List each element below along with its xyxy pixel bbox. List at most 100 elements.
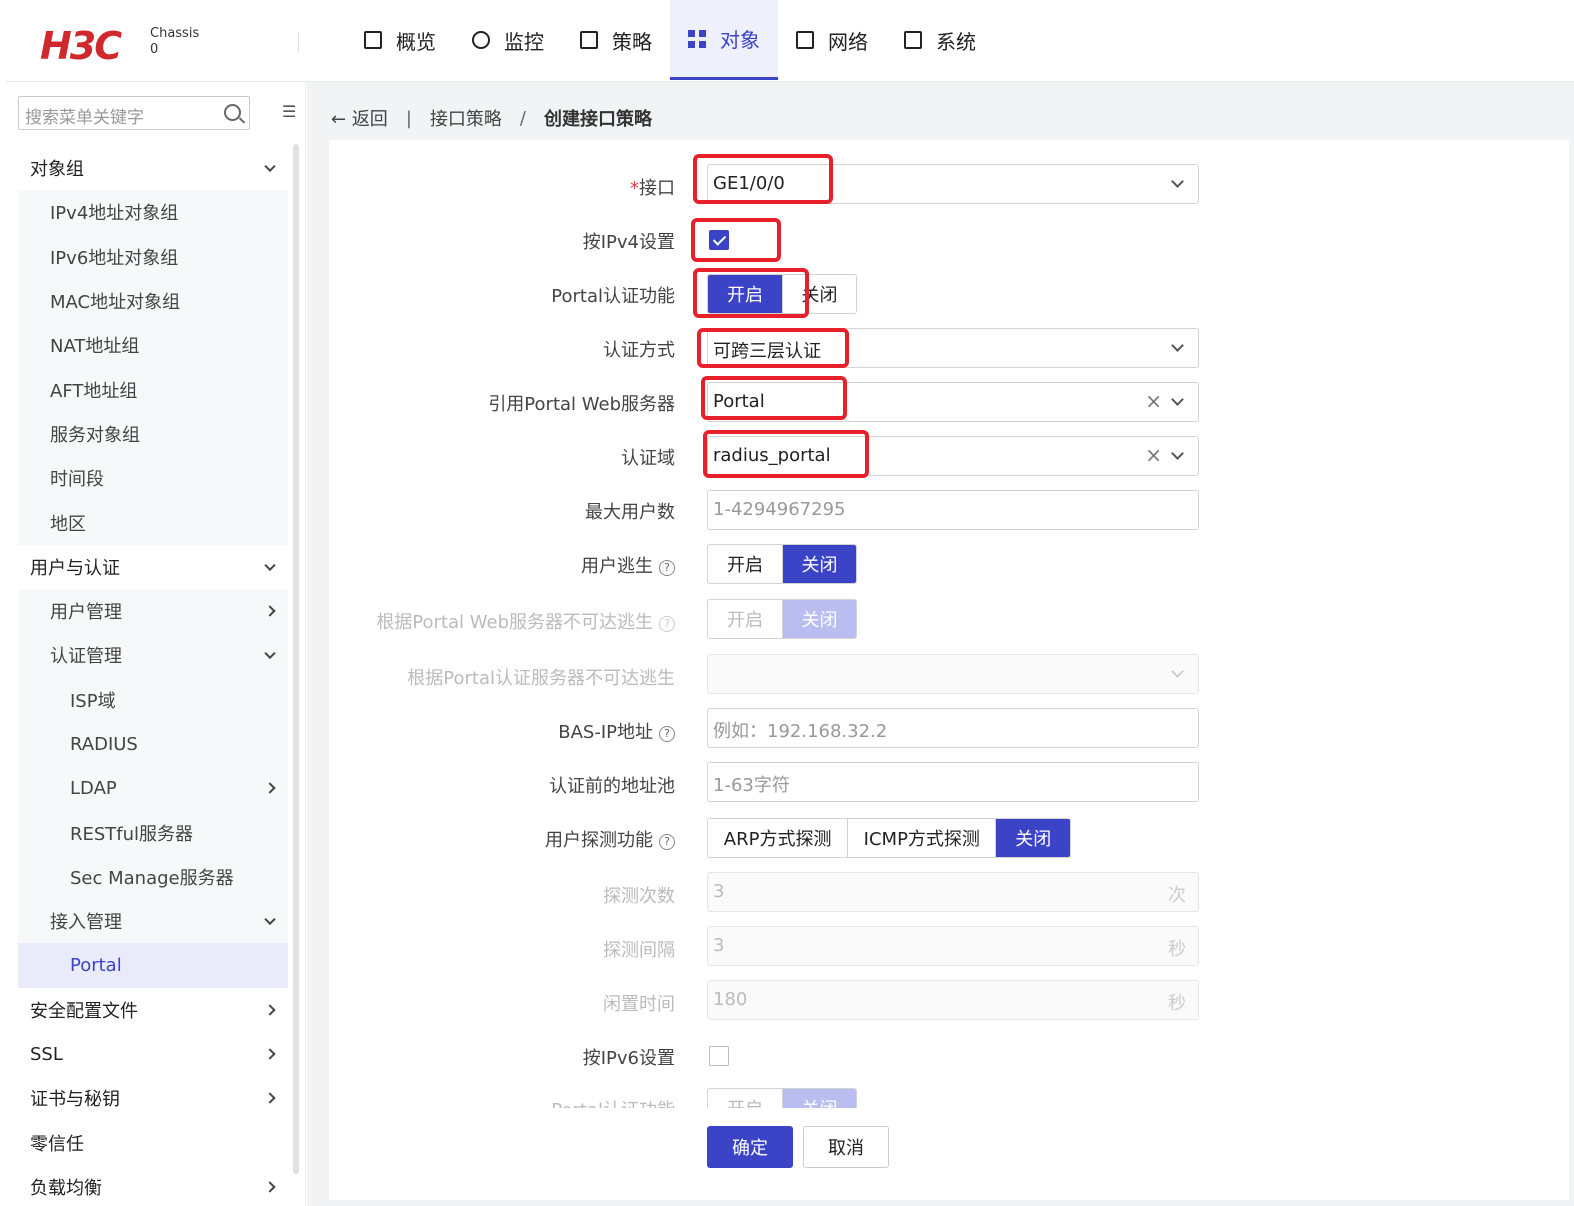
clear-icon[interactable]: × <box>1145 443 1162 467</box>
sidebar-item[interactable]: 认证管理 <box>18 633 288 678</box>
sidebar-item[interactable]: ISP域 <box>18 677 288 722</box>
sidebar-item-label: 零信任 <box>30 1133 84 1155</box>
sidebar-item-label: 用户管理 <box>50 602 122 624</box>
idle-input: 180 秒 <box>707 980 1199 1020</box>
sidebar-item[interactable]: RESTful服务器 <box>18 810 288 855</box>
pool-input[interactable]: 1-63字符 <box>707 762 1199 802</box>
chevron-down-icon <box>264 648 276 660</box>
max-users-label: 最大用户数 <box>585 502 675 523</box>
back-link[interactable]: ← 返回 <box>331 105 388 131</box>
escape-off-option[interactable]: 关闭 <box>782 545 856 583</box>
sidebar-item-label: 安全配置文件 <box>30 1000 138 1022</box>
sidebar-item-label: IPv6地址对象组 <box>50 247 179 269</box>
auth-escape-select <box>707 654 1199 694</box>
interface-select[interactable]: GE1/0/0 <box>707 164 1199 204</box>
sidebar-item[interactable]: MAC地址对象组 <box>18 278 288 324</box>
sidebar-item-label: Sec Manage服务器 <box>70 867 234 889</box>
sidebar-item[interactable]: 用户管理 <box>18 588 288 634</box>
clear-icon[interactable]: × <box>1145 389 1162 413</box>
sidebar-item[interactable]: AFT地址组 <box>18 367 288 412</box>
nav-object[interactable]: 对象 <box>670 0 778 80</box>
nav-network-label: 网络 <box>828 29 868 54</box>
cancel-button[interactable]: 取消 <box>803 1126 889 1168</box>
detect-interval-value: 3 <box>713 935 725 956</box>
sidebar-item[interactable]: 安全配置文件 <box>18 988 288 1032</box>
chevron-down-icon <box>1171 175 1184 188</box>
idle-label: 闲置时间 <box>603 994 675 1015</box>
sidebar-item-label: NAT地址组 <box>50 336 140 358</box>
sidebar: 搜索菜单关键字 ☰ 对象组 IPv4地址对象组 IPv6地址对象组 MAC地址对象组 N… <box>6 82 306 1206</box>
sidebar-item-label: MAC地址对象组 <box>50 292 181 314</box>
collapse-sidebar-icon[interactable]: ☰ <box>282 104 300 120</box>
breadcrumb-separator: / <box>519 107 526 129</box>
detect-arp-option[interactable]: ARP方式探测 <box>708 819 848 857</box>
chevron-right-icon <box>264 1181 276 1193</box>
menu-search-input[interactable]: 搜索菜单关键字 <box>18 96 250 130</box>
sidebar-item[interactable]: 地区 <box>18 500 288 545</box>
sidebar-item[interactable]: RADIUS <box>18 721 288 767</box>
escape-on-option[interactable]: 开启 <box>708 545 782 583</box>
search-icon[interactable] <box>224 104 241 121</box>
ok-button[interactable]: 确定 <box>707 1126 793 1168</box>
breadcrumb: ← 返回 | 接口策略 / 创建接口策略 <box>331 105 652 131</box>
nav-network[interactable]: 网络 <box>778 0 886 80</box>
portal-on-option[interactable]: 开启 <box>708 275 782 313</box>
monitor-icon <box>364 31 382 49</box>
sidebar-item[interactable]: SSL <box>18 1032 288 1076</box>
interface-label: *接口 <box>630 178 675 199</box>
ipv6-checkbox[interactable] <box>709 1046 729 1066</box>
sidebar-item[interactable]: 用户与认证 <box>18 545 288 589</box>
sidebar-item[interactable]: LDAP <box>18 766 288 811</box>
sidebar-item[interactable]: 时间段 <box>18 456 288 501</box>
nav-monitor[interactable]: 监控 <box>454 0 562 80</box>
portal-off-option[interactable]: 关闭 <box>782 275 856 313</box>
nav-overview[interactable]: 概览 <box>346 0 454 80</box>
nav-system-label: 系统 <box>936 29 976 54</box>
sidebar-item-label: 用户与认证 <box>30 557 120 579</box>
sidebar-item[interactable]: 服务对象组 <box>18 411 288 457</box>
auth-escape-label: 根据Portal认证服务器不可达逃生 <box>407 668 675 689</box>
sidebar-scrollbar[interactable] <box>293 144 299 1174</box>
chassis-indicator: Chassis 0 <box>150 26 199 58</box>
pool-label: 认证前的地址池 <box>549 776 675 797</box>
grid-icon <box>688 29 706 48</box>
ipv4-checkbox[interactable] <box>709 230 729 250</box>
sidebar-item[interactable]: Portal <box>18 943 288 988</box>
domain-select[interactable]: radius_portal × <box>707 436 1199 476</box>
chassis-value: 0 <box>150 42 159 57</box>
cutoff-row: Portal认证功能 开启 关闭 <box>329 1088 1569 1108</box>
sidebar-item[interactable]: IPv4地址对象组 <box>18 190 288 235</box>
escape-label: 用户逃生? <box>375 552 675 578</box>
sidebar-item[interactable]: 零信任 <box>18 1121 288 1165</box>
max-users-placeholder: 1-4294967295 <box>713 499 846 520</box>
bas-ip-label: BAS-IP地址? <box>375 718 675 744</box>
idle-value: 180 <box>713 989 748 1010</box>
sidebar-item[interactable]: 对象组 <box>18 146 288 190</box>
sidebar-item-label: SSL <box>30 1043 63 1065</box>
detect-off-option[interactable]: 关闭 <box>995 819 1070 857</box>
sidebar-item[interactable]: 接入管理 <box>18 899 288 944</box>
detect-icmp-option[interactable]: ICMP方式探测 <box>847 819 996 857</box>
max-users-input[interactable]: 1-4294967295 <box>707 490 1199 530</box>
sidebar-item[interactable]: Sec Manage服务器 <box>18 854 288 900</box>
help-icon[interactable]: ? <box>659 726 675 742</box>
nav-policy[interactable]: 策略 <box>562 0 670 80</box>
sidebar-item[interactable]: 负载均衡 <box>18 1165 288 1206</box>
bas-ip-input[interactable]: 例如：192.168.32.2 <box>707 708 1199 748</box>
web-server-label: 引用Portal Web服务器 <box>488 394 675 415</box>
help-icon[interactable]: ? <box>659 560 675 576</box>
chevron-down-icon <box>1171 339 1184 352</box>
auth-method-select[interactable]: 可跨三层认证 <box>707 328 1199 368</box>
nav-system[interactable]: 系统 <box>886 0 994 80</box>
breadcrumb-parent[interactable]: 接口策略 <box>430 105 502 131</box>
web-server-value: Portal <box>713 391 765 412</box>
escape-toggle[interactable]: 开启 关闭 <box>707 544 857 584</box>
portal-toggle[interactable]: 开启 关闭 <box>707 274 857 314</box>
help-icon[interactable]: ? <box>659 834 675 850</box>
detect-toggle[interactable]: ARP方式探测 ICMP方式探测 关闭 <box>707 818 1071 858</box>
web-server-select[interactable]: Portal × <box>707 382 1199 422</box>
sidebar-item-label: ISP域 <box>70 690 116 712</box>
sidebar-item[interactable]: IPv6地址对象组 <box>18 234 288 279</box>
sidebar-item[interactable]: 证书与秘钥 <box>18 1076 288 1120</box>
sidebar-item[interactable]: NAT地址组 <box>18 323 288 368</box>
